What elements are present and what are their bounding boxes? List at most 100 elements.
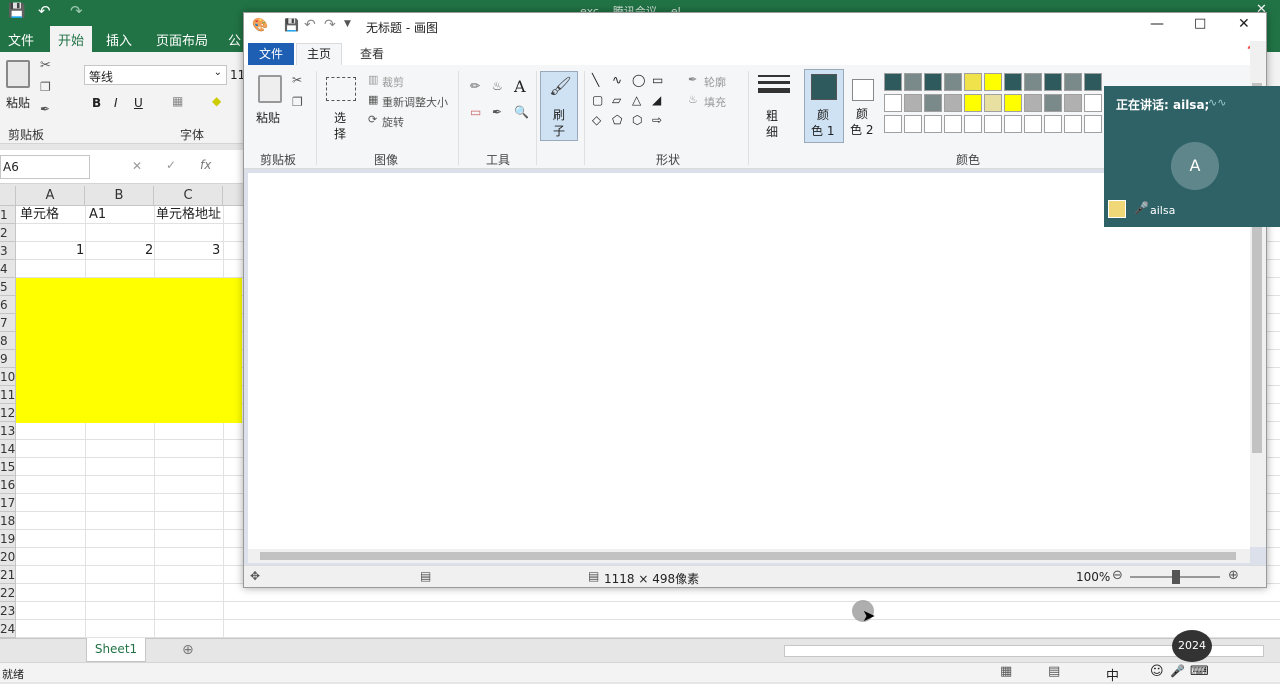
paste-label[interactable]: 粘贴 [6,94,30,111]
cell-b1[interactable]: A1 [89,206,106,224]
fill-label[interactable]: 填充 [704,94,726,110]
borders-icon[interactable]: ▦ [172,94,183,108]
color-swatch[interactable] [944,115,962,133]
tab-home[interactable]: 主页 [296,43,342,65]
cell-a1[interactable]: 单元格 [20,206,59,224]
row-header[interactable]: 4 [0,260,16,278]
keyboard-icon[interactable]: ⌨ [1190,664,1209,679]
row-header[interactable]: 21 [0,566,16,584]
tab-file[interactable]: 文件 [248,43,294,65]
color-swatch[interactable] [904,115,922,133]
row-header[interactable]: 1 [0,206,16,224]
row-header[interactable]: 7 [0,314,16,332]
row-header[interactable]: 18 [0,512,16,530]
font-name-select[interactable]: 等线 ⌄ [84,65,227,85]
cut-icon[interactable]: ✂ [40,58,51,73]
cell-a3[interactable]: 1 [76,242,84,260]
row-header[interactable]: 19 [0,530,16,548]
row-header[interactable]: 8 [0,332,16,350]
pentagon-shape-icon[interactable]: ⬠ [612,113,622,127]
row-header[interactable]: 13 [0,422,16,440]
color-swatch[interactable] [1064,94,1082,112]
select-label-bottom[interactable]: 择 [334,125,346,142]
confirm-icon[interactable]: ✓ [166,158,176,172]
zoom-in-icon[interactable]: ⊕ [1228,568,1239,583]
copy-icon[interactable]: ❐ [40,80,51,94]
color-swatch[interactable] [1044,115,1062,133]
color-swatch[interactable] [984,73,1002,91]
brush-button[interactable]: 🖌 刷 子 [540,71,578,141]
microphone-icon[interactable]: 🎤 [1170,664,1185,678]
row-header[interactable]: 23 [0,602,16,620]
undo-icon[interactable]: ↶ [304,17,316,33]
color-swatch[interactable] [884,94,902,112]
copy-icon[interactable]: ❐ [292,95,303,109]
color-swatch[interactable] [1044,73,1062,91]
row-header[interactable]: 5 [0,278,16,296]
color-swatch[interactable] [1064,73,1082,91]
row-header[interactable]: 10 [0,368,16,386]
color-picker-icon[interactable]: ✒ [492,105,502,119]
color-swatch[interactable] [884,73,902,91]
row-header[interactable]: 24 [0,620,16,638]
underline-button[interactable]: U [134,96,143,110]
close-button[interactable]: ✕ [1238,16,1250,32]
color-swatch[interactable] [1084,73,1102,91]
color-swatch[interactable] [1004,73,1022,91]
color-swatch[interactable] [1084,94,1102,112]
fill-color-icon[interactable]: ◆ [212,94,221,108]
color-swatch[interactable] [944,94,962,112]
undo-icon[interactable]: ↶ [38,2,51,20]
name-box[interactable]: A6 [0,155,90,179]
pencil-icon[interactable]: ✏ [470,79,480,93]
qat-dropdown-icon[interactable]: ▼ [344,19,351,29]
cell-b3[interactable]: 2 [145,242,153,260]
page-view-icon[interactable]: ▤ [1048,664,1060,679]
add-sheet-icon[interactable]: ⊕ [182,642,194,658]
color-swatch[interactable] [1064,115,1082,133]
color-swatch[interactable] [964,115,982,133]
select-icon[interactable] [326,77,356,101]
select-label-top[interactable]: 选 [334,109,346,126]
right-triangle-shape-icon[interactable]: ◢ [652,93,661,107]
color-swatch[interactable] [1004,115,1022,133]
paste-icon[interactable] [258,75,282,103]
color-swatch[interactable] [904,94,922,112]
format-painter-icon[interactable]: ✒ [40,102,50,116]
cut-icon[interactable]: ✂ [292,73,302,87]
tab-home[interactable]: 开始 [50,26,93,52]
color-swatch[interactable] [924,73,942,91]
tab-file[interactable]: 文件 [8,30,34,49]
row-header[interactable]: 14 [0,440,16,458]
rounded-rect-shape-icon[interactable]: ▢ [592,93,603,107]
curve-shape-icon[interactable]: ∿ [612,73,622,87]
arrow-shape-icon[interactable]: ⇨ [652,113,662,127]
color-swatch[interactable] [904,73,922,91]
row-header[interactable]: 6 [0,296,16,314]
eraser-icon[interactable]: ▭ [470,105,481,119]
fill-icon[interactable]: ♨ [688,93,698,106]
color-swatch[interactable] [1044,94,1062,112]
ime-indicator[interactable]: 中 [1106,665,1119,684]
paste-icon[interactable] [6,60,30,88]
color-swatch[interactable] [924,115,942,133]
drawing-canvas[interactable] [248,173,1250,549]
color-swatch[interactable] [1004,94,1022,112]
row-header[interactable]: 2 [0,224,16,242]
color-swatch[interactable] [964,73,982,91]
italic-button[interactable]: I [114,96,118,110]
triangle-shape-icon[interactable]: △ [632,93,641,107]
select-all-corner[interactable] [0,186,16,206]
cell-c1[interactable]: 单元格地址 [156,206,221,224]
hexagon-shape-icon[interactable]: ⬡ [632,113,642,127]
cancel-icon[interactable]: ✕ [132,159,142,173]
color-swatch[interactable] [1024,73,1042,91]
color-swatch[interactable] [1024,115,1042,133]
crop-icon[interactable]: ▥ [368,73,378,86]
row-header[interactable]: 9 [0,350,16,368]
tab-view[interactable]: 查看 [360,45,384,62]
zoom-slider-thumb[interactable] [1172,570,1180,584]
size-icon[interactable] [758,75,790,97]
outline-label[interactable]: 轮廓 [704,74,726,90]
color-swatch[interactable] [884,115,902,133]
